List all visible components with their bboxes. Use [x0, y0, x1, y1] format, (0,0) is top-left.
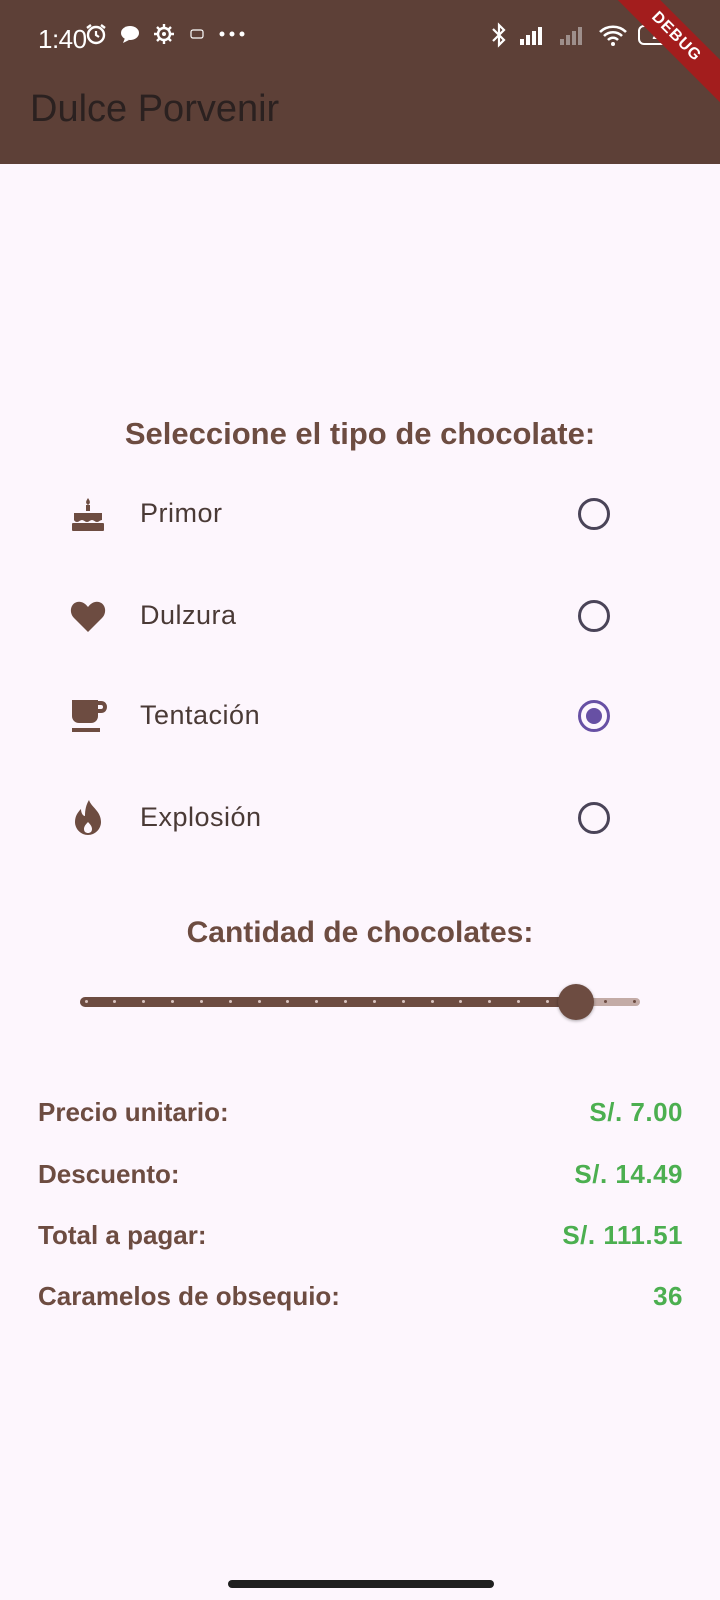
- chocolate-option-label: Primor: [140, 498, 223, 528]
- coffee-cup-icon: [68, 696, 108, 736]
- chocolate-option-explosion[interactable]: Explosión: [0, 774, 720, 864]
- radio-dulzura[interactable]: [578, 600, 610, 632]
- settings-gear-icon: [154, 24, 174, 44]
- quantity-title: Cantidad de chocolates:: [186, 916, 534, 949]
- slider-tick: [171, 1000, 175, 1003]
- summary-value: S/. 111.51: [562, 1219, 683, 1250]
- chocolate-option-label: Dulzura: [140, 600, 237, 630]
- bluetooth-icon: [492, 22, 506, 48]
- more-dots-icon: [219, 31, 245, 37]
- summary-value: 36: [653, 1280, 683, 1311]
- heart-icon: [68, 596, 108, 636]
- summary-value: S/. 14.49: [574, 1158, 683, 1189]
- small-app-icon: [190, 29, 204, 39]
- status-left-icons: [84, 22, 246, 46]
- signal-weak-icon: [560, 27, 582, 45]
- summary-row-unit-price: Precio unitario: S/. 7.00: [38, 1092, 683, 1132]
- summary-label: Precio unitario:: [38, 1096, 229, 1127]
- status-bar: 1:40 29: [0, 0, 720, 76]
- summary-label: Total a pagar:: [38, 1219, 207, 1250]
- slider-track-active: [80, 997, 577, 1007]
- chat-bubble-icon: [121, 26, 139, 43]
- status-time: 1:40: [38, 24, 87, 54]
- slider-tick: [372, 1000, 376, 1003]
- slider-tick: [401, 1000, 405, 1003]
- slider-tick: [430, 1000, 434, 1003]
- slider-tick: [603, 1000, 607, 1003]
- home-indicator[interactable]: [228, 1580, 494, 1588]
- slider-tick: [545, 1000, 549, 1003]
- slider-tick: [84, 1000, 88, 1003]
- radio-explosion[interactable]: [578, 802, 610, 834]
- signal-icon: [520, 27, 542, 45]
- slider-tick: [228, 1000, 232, 1003]
- summary-row-discount: Descuento: S/. 14.49: [38, 1154, 683, 1194]
- summary-row-candies: Caramelos de obsequio: 36: [38, 1276, 683, 1316]
- app-title: Dulce Porvenir: [30, 88, 280, 130]
- alarm-icon: [86, 24, 106, 45]
- summary-label: Caramelos de obsequio:: [38, 1280, 340, 1311]
- chocolate-option-dulzura[interactable]: Dulzura: [0, 572, 720, 662]
- summary-label: Descuento:: [38, 1158, 180, 1189]
- chocolate-option-label: Explosión: [140, 802, 262, 832]
- chocolate-option-primor[interactable]: Primor: [0, 470, 720, 560]
- slider-tick: [632, 1000, 636, 1003]
- radio-primor[interactable]: [578, 498, 610, 530]
- slider-tick: [199, 1000, 203, 1003]
- fire-icon: [68, 798, 108, 838]
- radio-tentacion[interactable]: [578, 700, 610, 732]
- summary-value: S/. 7.00: [589, 1096, 683, 1127]
- chocolate-option-tentacion[interactable]: Tentación: [0, 672, 720, 762]
- slider-tick: [257, 1000, 261, 1003]
- summary-row-total: Total a pagar: S/. 111.51: [38, 1215, 683, 1255]
- slider-thumb[interactable]: [558, 984, 595, 1020]
- wifi-icon: [599, 25, 627, 46]
- chocolate-option-label: Tentación: [140, 700, 261, 730]
- chocolate-type-title: Seleccione el tipo de chocolate:: [124, 416, 596, 451]
- cake-icon: [68, 494, 108, 534]
- app-bar: 1:40 29 Dulce Porvenir DEBUG: [0, 0, 720, 164]
- quantity-slider[interactable]: [80, 982, 640, 1022]
